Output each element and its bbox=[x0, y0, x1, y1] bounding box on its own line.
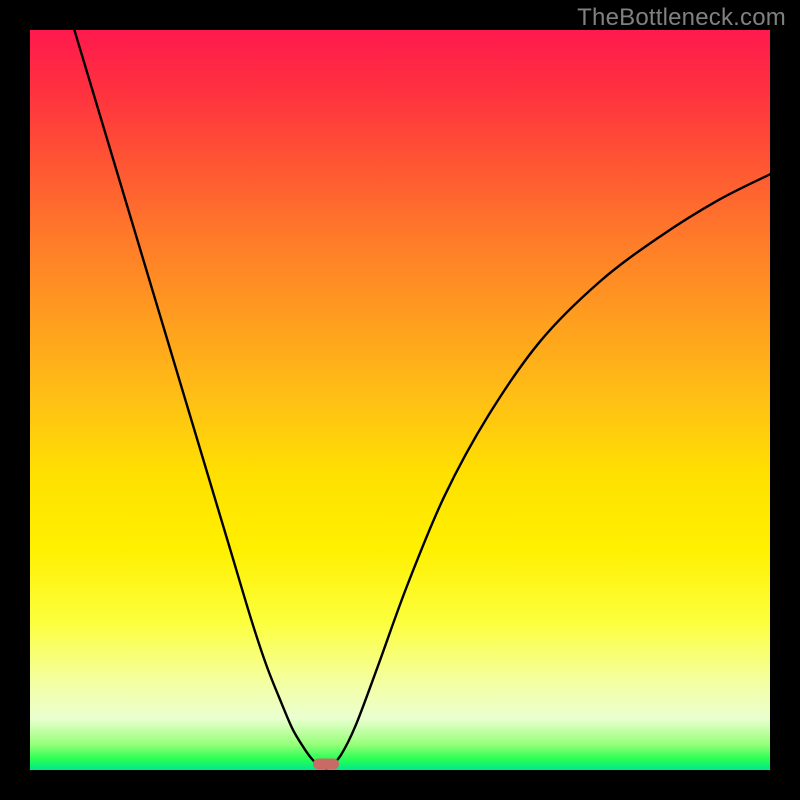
plot-area bbox=[30, 30, 770, 770]
chart-frame: TheBottleneck.com bbox=[0, 0, 800, 800]
bottleneck-curve bbox=[30, 30, 770, 770]
minimum-marker bbox=[313, 759, 339, 770]
watermark-text: TheBottleneck.com bbox=[577, 4, 786, 32]
